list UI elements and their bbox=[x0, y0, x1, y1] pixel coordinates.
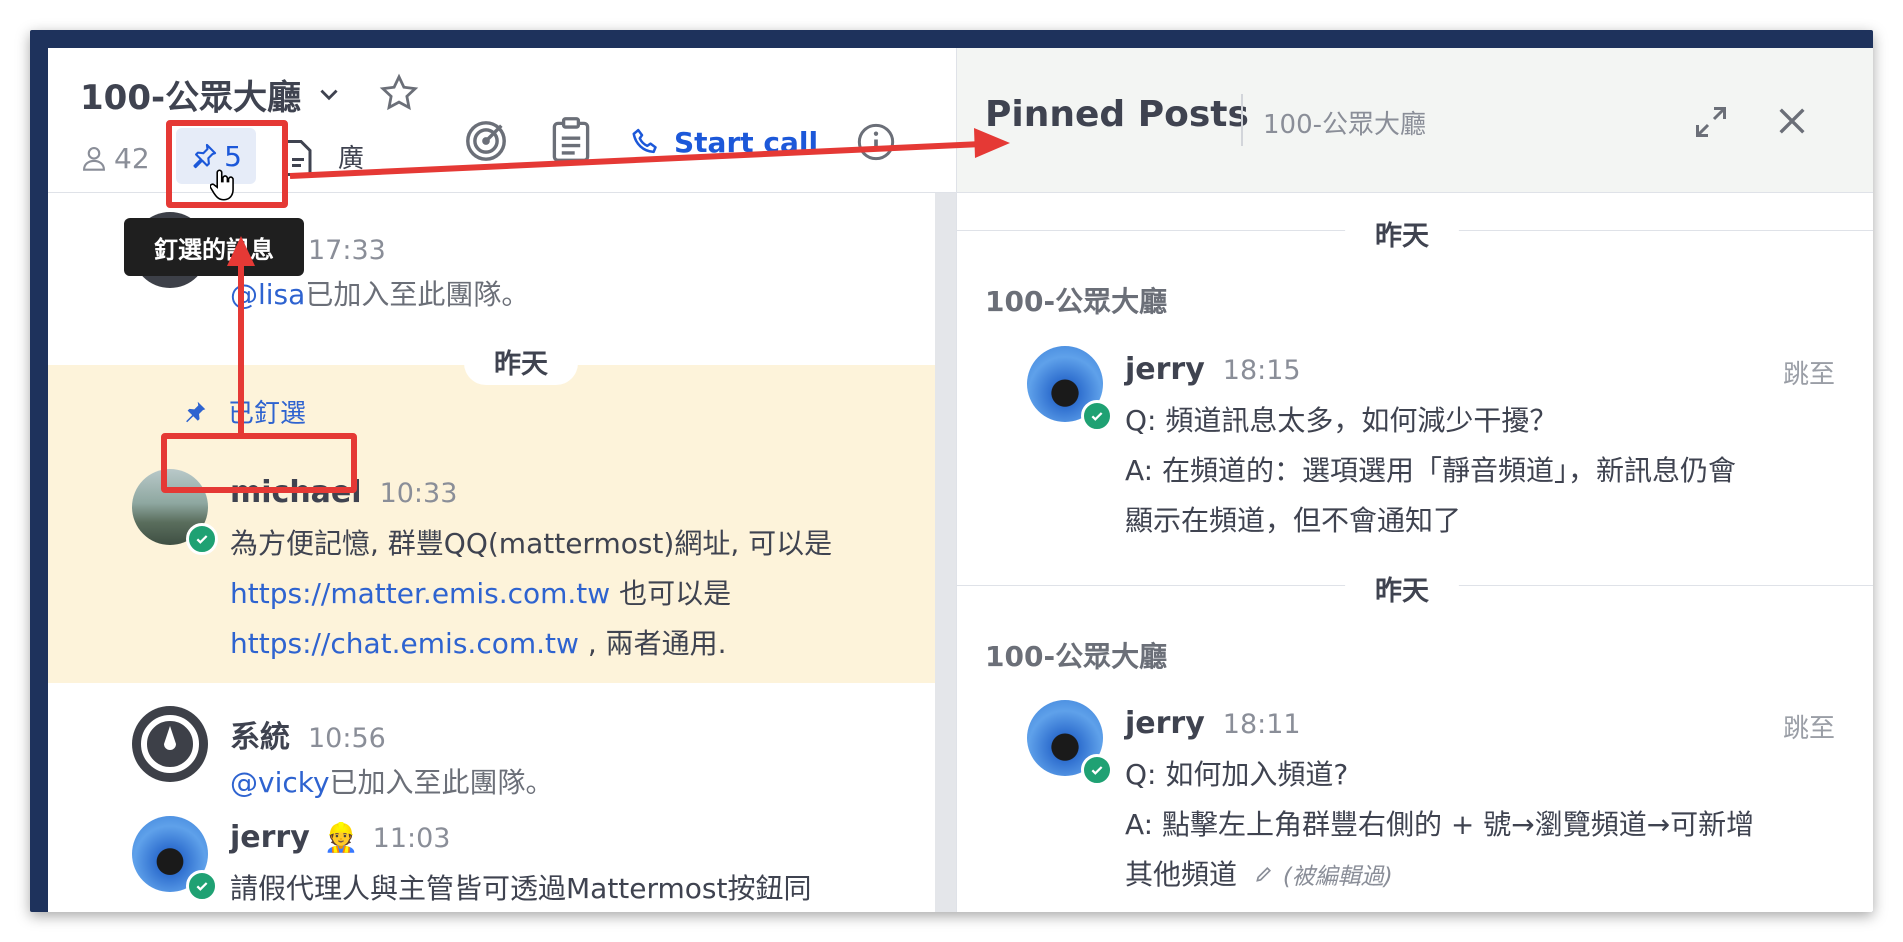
annotation-arrows bbox=[227, 128, 1010, 433]
window-frame: 100-公眾大廳 42 5 廣 Start call 17:33 @lisa已加… bbox=[30, 30, 1873, 912]
app-window: 100-公眾大廳 42 5 廣 Start call 17:33 @lisa已加… bbox=[48, 48, 1873, 912]
